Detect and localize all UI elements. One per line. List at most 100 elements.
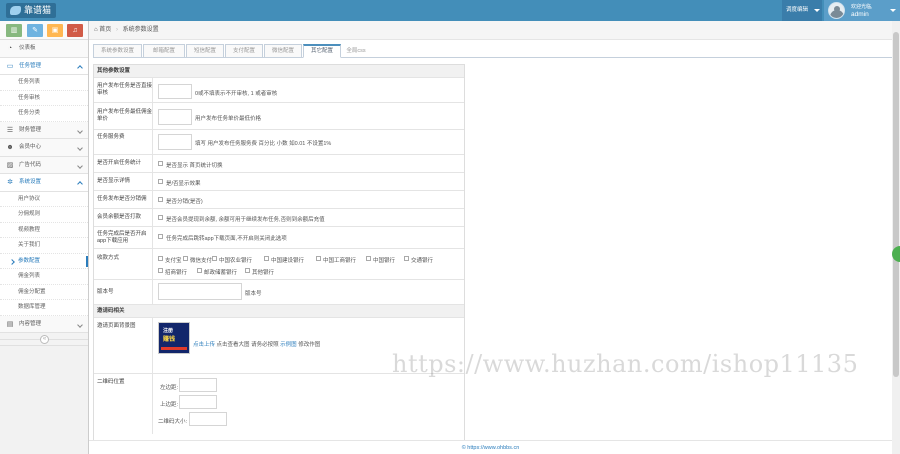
sidebar-item-finance[interactable]: ☰ 财务管理: [0, 121, 88, 139]
sidebar-subitem-video-tutorial[interactable]: 视频教程: [0, 222, 88, 238]
payment-option-checkbox[interactable]: [158, 256, 163, 261]
tab-wechat[interactable]: 微信配置: [264, 44, 302, 58]
payment-option-checkbox[interactable]: [245, 268, 250, 273]
tab-label: 其它配置: [310, 48, 333, 54]
divider: [152, 173, 153, 190]
chevron-up-icon: [77, 64, 83, 71]
example-link[interactable]: 示例图: [280, 342, 297, 348]
divider: [152, 155, 153, 172]
qr-size-label: 二维码大小:: [158, 419, 188, 425]
tab-sms[interactable]: 短信配置: [186, 44, 224, 58]
pencil-icon[interactable]: ✎: [27, 24, 43, 37]
auto-review-input[interactable]: [158, 84, 192, 99]
sidebar-subitem-about[interactable]: 关于我们: [0, 238, 88, 254]
home-icon: ⌂: [94, 27, 98, 33]
tab-label: 系统参数设置: [100, 48, 134, 54]
tab-label: 全局css: [346, 48, 366, 54]
field-label: 任务服务费: [97, 134, 125, 140]
version-input[interactable]: [158, 283, 242, 300]
users-icon: ☻: [6, 144, 14, 151]
sidebar-item-tasks[interactable]: ▭ 任务管理: [0, 57, 88, 75]
field-label: 二维码位置: [97, 379, 125, 385]
divider: [152, 227, 153, 248]
payment-option-checkbox[interactable]: [197, 268, 202, 273]
sidebar-subitem-task-review[interactable]: 任务审核: [0, 90, 88, 106]
sidebar-item-members[interactable]: ☻ 会员中心: [0, 139, 88, 157]
sidebar-subitem-database[interactable]: 数据库管理: [0, 300, 88, 316]
tab-payment[interactable]: 支付配置: [225, 44, 263, 58]
left-margin-label: 左边距:: [160, 385, 179, 391]
section-header: 邀请码相关: [94, 305, 464, 318]
view-large-text[interactable]: 点击查看大图: [217, 342, 250, 348]
avatar: [828, 2, 845, 19]
sidebar-item-label: 任务管理: [19, 62, 42, 69]
app-logo[interactable]: 靠谱猫: [6, 3, 56, 18]
payment-option-checkbox[interactable]: [404, 256, 409, 261]
form-row-show-detail: 是否显示详情 是/否显示效果: [94, 173, 464, 191]
tab-email[interactable]: 邮箱配置: [143, 44, 185, 58]
sidebar-item-settings[interactable]: ✲ 系统设置: [0, 174, 88, 192]
sidebar-subitem-task-category[interactable]: 任务分类: [0, 106, 88, 122]
payment-option-label: 中国农业银行: [219, 258, 253, 264]
balance-payout-checkbox[interactable]: [158, 215, 163, 220]
sidebar-subitem-params[interactable]: 参数配置: [0, 253, 88, 269]
payment-option-checkbox[interactable]: [183, 256, 188, 261]
payment-option-checkbox[interactable]: [264, 256, 269, 261]
scrollbar-thumb[interactable]: [893, 32, 899, 377]
min-price-input[interactable]: [158, 109, 192, 125]
tab-label: 支付配置: [232, 48, 255, 54]
sidebar-subitem-label: 任务列表: [18, 79, 41, 85]
field-note: 是否分销(是否): [166, 199, 203, 205]
sidebar-item-label: 广告代码: [19, 161, 42, 168]
app-download-checkbox[interactable]: [158, 234, 163, 239]
task-stats-checkbox[interactable]: [158, 161, 163, 166]
tab-label: 短信配置: [193, 48, 216, 54]
distribution-checkbox[interactable]: [158, 197, 163, 202]
top-margin-label: 上边距:: [160, 402, 179, 408]
form-row-min-price: 用户发布任务最低佣金单价 用户发布任务单价最低价格: [94, 103, 464, 130]
chart-icon[interactable]: ▥: [6, 24, 22, 37]
sidebar-item-ads[interactable]: ▨ 广告代码: [0, 156, 88, 174]
double-left-icon[interactable]: «: [40, 335, 49, 344]
left-margin-input[interactable]: [179, 378, 217, 392]
tab-system-params[interactable]: 系统参数设置: [93, 44, 142, 58]
top-dropdown-label: 调度编辑: [786, 7, 809, 13]
bell-icon[interactable]: ♫: [67, 24, 83, 37]
top-dropdown[interactable]: 调度编辑: [782, 0, 822, 21]
tab-other[interactable]: 其它配置: [303, 44, 341, 58]
form-row-payment-methods: 收款方式 支付宝 微信支付 中国农业银行 中国建设银行 中国工商银行 中国银行 …: [94, 249, 464, 280]
sidebar-item-content[interactable]: ▤ 内容管理: [0, 315, 88, 333]
qr-size-input[interactable]: [189, 412, 227, 426]
sidebar-subitem-commission-list[interactable]: 佣金列表: [0, 269, 88, 285]
sidebar-subitem-label: 数据库管理: [18, 304, 46, 310]
sidebar-subitem-task-list[interactable]: 任务列表: [0, 75, 88, 91]
user-menu[interactable]: 欢迎光临, admin: [824, 0, 900, 21]
users-icon[interactable]: ▣: [47, 24, 63, 37]
payment-option-checkbox[interactable]: [366, 256, 371, 261]
payment-option-checkbox[interactable]: [158, 268, 163, 273]
invite-background-preview[interactable]: 注册 赚钱: [158, 322, 190, 354]
form-row-app-download: 任务完成后是否开启app下载应用 任务完成后跳转app下载页面,不开启则关闭此选…: [94, 227, 464, 249]
footer: © https://www.ohbbs.cn: [89, 440, 892, 454]
show-detail-checkbox[interactable]: [158, 179, 163, 184]
top-margin-input[interactable]: [179, 395, 217, 409]
sidebar-item-dashboard[interactable]: ◔ 仪表板: [0, 40, 88, 58]
other-config-form: 其他参数设置 用户发布任务是否直接审核 0或不填表示不开审核, 1 或者审核 用…: [93, 64, 465, 454]
watermark: https://www.huzhan.com/ishop11135: [392, 350, 859, 378]
footer-link[interactable]: © https://www.ohbbs.cn: [462, 445, 520, 451]
picture-icon: ▨: [6, 161, 14, 169]
service-fee-input[interactable]: [158, 134, 192, 150]
field-label: 收款方式: [97, 255, 120, 261]
preview-bar: [161, 347, 187, 350]
sidebar-subitem-user-agreement[interactable]: 用户协议: [0, 191, 88, 207]
tab-global-css[interactable]: 全局css: [342, 44, 370, 58]
sidebar-subitem-commission-rules[interactable]: 分佣规则: [0, 207, 88, 223]
field-note: 填写 用户发布任务服务费 百分比 小数 如0.01 不设置1%: [195, 141, 332, 147]
payment-option-checkbox[interactable]: [316, 256, 321, 261]
breadcrumb-home[interactable]: 首页: [99, 27, 111, 33]
chevron-down-icon: [77, 321, 83, 328]
upload-link[interactable]: 点击上传: [193, 342, 215, 348]
preview-subtitle: 赚钱: [163, 337, 176, 343]
payment-option-checkbox[interactable]: [212, 256, 217, 261]
sidebar-subitem-commission-config[interactable]: 佣金分配置: [0, 284, 88, 300]
